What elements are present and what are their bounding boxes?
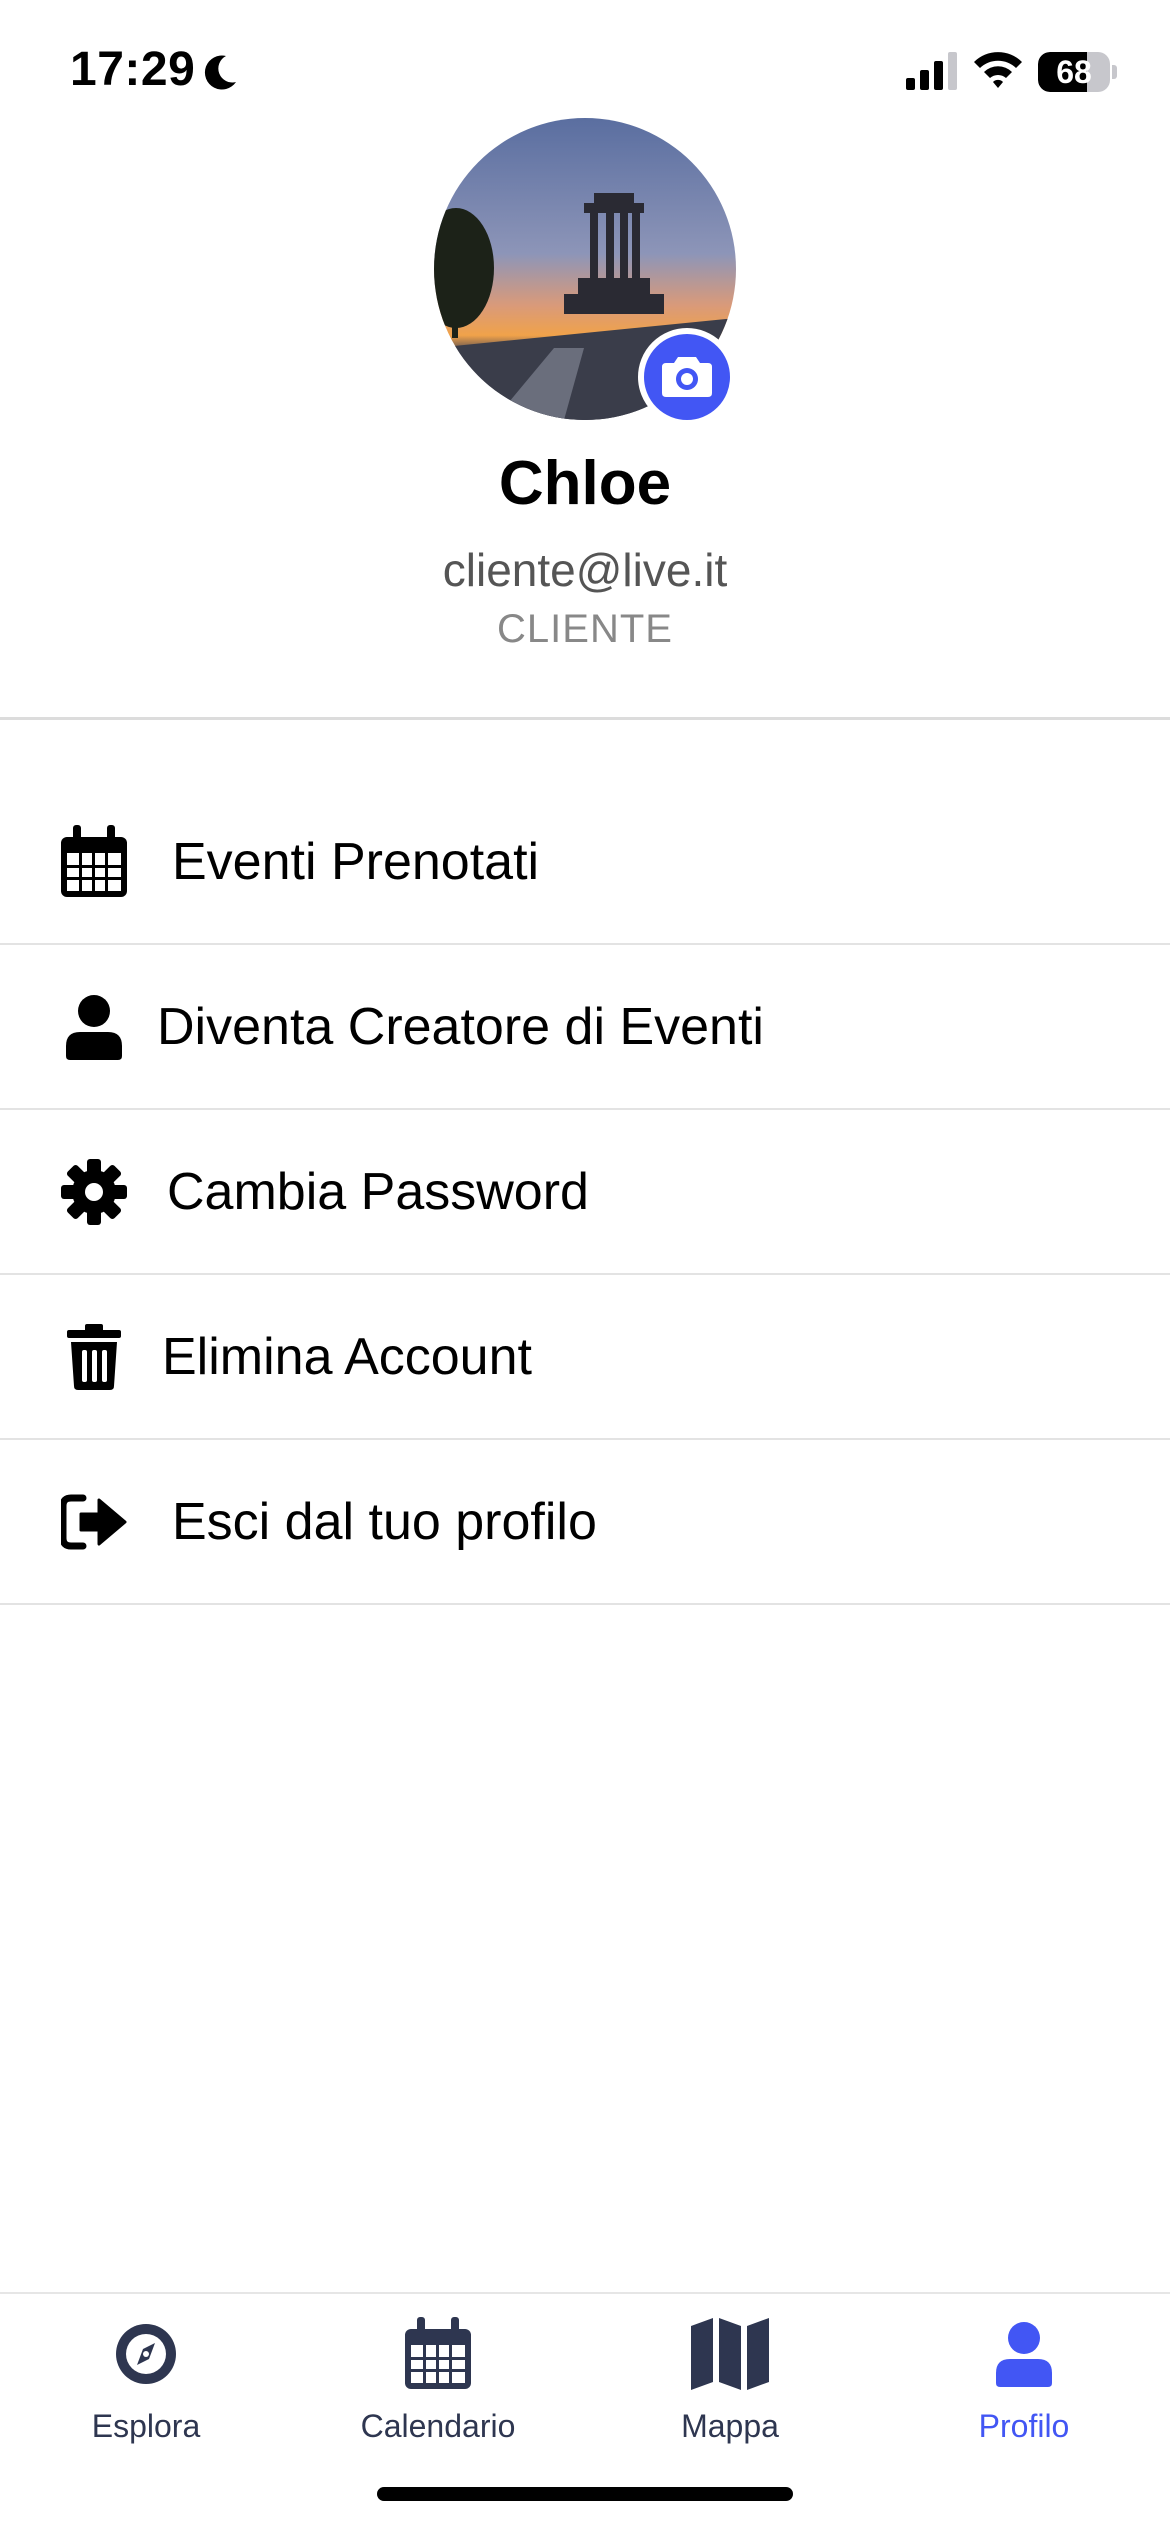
menu-item-label: Diventa Creatore di Eventi bbox=[157, 997, 764, 1056]
edit-photo-button[interactable] bbox=[638, 328, 736, 426]
map-icon bbox=[690, 2314, 770, 2394]
tab-label: Mappa bbox=[681, 2408, 779, 2444]
camera-icon bbox=[662, 353, 712, 402]
tab-calendario[interactable]: Calendario bbox=[318, 2314, 558, 2464]
tab-label: Esplora bbox=[91, 2408, 201, 2444]
compass-icon bbox=[106, 2314, 186, 2394]
menu-item-label: Esci dal tuo profilo bbox=[172, 1492, 597, 1551]
calendar-icon bbox=[398, 2314, 478, 2394]
tab-label: Profilo bbox=[978, 2408, 1070, 2444]
menu-item-cambia-password[interactable]: Cambia Password bbox=[0, 1110, 1170, 1275]
wifi-icon bbox=[972, 48, 1024, 95]
profile-role: CLIENTE bbox=[497, 607, 673, 651]
menu-item-diventa-creatore[interactable]: Diventa Creatore di Eventi bbox=[0, 945, 1170, 1110]
menu-item-label: Eventi Prenotati bbox=[172, 832, 540, 891]
battery-icon: 68 bbox=[1038, 52, 1117, 92]
tab-profilo[interactable]: Profilo bbox=[904, 2314, 1144, 2464]
menu-item-label: Elimina Account bbox=[162, 1327, 532, 1386]
tab-esplora[interactable]: Esplora bbox=[26, 2314, 266, 2464]
trash-icon bbox=[56, 1319, 132, 1395]
tab-label: Calendario bbox=[360, 2408, 516, 2444]
battery-level: 68 bbox=[1056, 54, 1092, 90]
status-time: 17:29 bbox=[70, 43, 196, 96]
menu-item-label: Cambia Password bbox=[167, 1162, 589, 1221]
logout-icon bbox=[56, 1484, 132, 1560]
user-icon bbox=[56, 989, 132, 1065]
home-indicator[interactable] bbox=[377, 2487, 793, 2501]
menu-item-esci[interactable]: Esci dal tuo profilo bbox=[0, 1440, 1170, 1605]
moon-icon bbox=[200, 52, 240, 97]
user-icon bbox=[984, 2314, 1064, 2394]
menu-item-elimina-account[interactable]: Elimina Account bbox=[0, 1275, 1170, 1440]
header-divider bbox=[0, 717, 1170, 720]
calendar-icon bbox=[56, 824, 132, 900]
profile-name: Chloe bbox=[498, 449, 672, 518]
profile-menu: Eventi Prenotati Diventa Creatore di Eve… bbox=[0, 780, 1170, 1605]
gear-icon bbox=[56, 1154, 132, 1230]
profile-email: cliente@live.it bbox=[442, 544, 728, 596]
signal-icon bbox=[906, 52, 958, 95]
menu-item-eventi-prenotati[interactable]: Eventi Prenotati bbox=[0, 780, 1170, 945]
tab-mappa[interactable]: Mappa bbox=[610, 2314, 850, 2464]
